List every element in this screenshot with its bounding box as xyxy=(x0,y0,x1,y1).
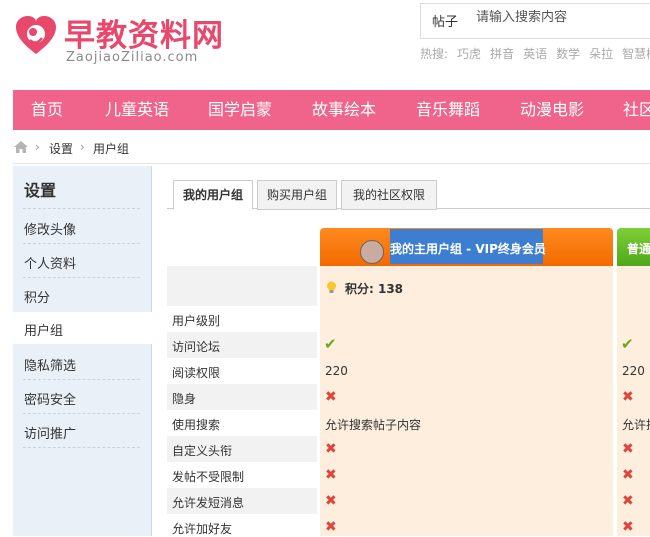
main-nav: 首页 儿童英语 国学启蒙 故事绘本 音乐舞蹈 动漫电影 社区 xyxy=(13,90,650,130)
search-permission-value: 允许搜索帖子内容 xyxy=(325,418,422,432)
cross-icon: ✖ xyxy=(325,389,337,405)
tab-community-permissions[interactable]: 我的社区权限 xyxy=(341,180,437,210)
check-icon: ✔ xyxy=(324,335,337,353)
row-label: 发帖不受限制 xyxy=(172,470,245,484)
breadcrumb-separator: › xyxy=(35,140,40,154)
read-permission-value: 220 xyxy=(622,364,645,378)
hot-term[interactable]: 英语 xyxy=(523,47,547,61)
cross-icon: ✖ xyxy=(325,441,337,457)
row-label: 用户级别 xyxy=(172,314,221,328)
tab-my-usergroup[interactable]: 我的用户组 xyxy=(173,180,253,210)
hot-term[interactable]: 朵拉 xyxy=(589,47,613,61)
row-label: 使用搜索 xyxy=(172,418,221,432)
check-icon: ✔ xyxy=(621,335,634,353)
breadcrumb-usergroup: 用户组 xyxy=(93,142,130,156)
hot-term[interactable]: 巧虎 xyxy=(457,47,481,61)
search-permission-value: 允许搜 xyxy=(622,418,650,432)
nav-item-community[interactable]: 社区 xyxy=(623,90,650,130)
tab-buy-usergroup[interactable]: 购买用户组 xyxy=(257,180,337,210)
cross-icon: ✖ xyxy=(622,389,634,405)
sidebar-item-password[interactable]: 密码安全 xyxy=(24,389,140,408)
cross-icon: ✖ xyxy=(622,441,634,457)
other-group-name: 普通 xyxy=(627,242,650,256)
site-logo-domain: ZaojiaoZiliao.com xyxy=(66,50,199,65)
main-group-column xyxy=(320,266,613,536)
cross-icon: ✖ xyxy=(325,493,337,509)
read-permission-value: 220 xyxy=(325,364,348,378)
sidebar-divider xyxy=(23,208,140,209)
sidebar-item-promotion[interactable]: 访问推广 xyxy=(24,423,140,442)
row-label: 允许加好友 xyxy=(172,522,233,536)
nav-item-movies[interactable]: 动漫电影 xyxy=(520,90,584,130)
avatar xyxy=(360,240,384,264)
sidebar-divider xyxy=(23,243,140,244)
row-label: 自定义头衔 xyxy=(172,444,233,458)
hot-term[interactable]: 拼音 xyxy=(490,47,514,61)
nav-item-english[interactable]: 儿童英语 xyxy=(105,90,169,130)
points-value: 积分: 138 xyxy=(345,282,404,296)
nav-item-music[interactable]: 音乐舞蹈 xyxy=(416,90,480,130)
hot-search: 热搜: 巧虎拼音英语数学朵拉智慧树 xyxy=(420,45,650,62)
sidebar-item-usergroup[interactable]: 用户组 xyxy=(24,320,140,339)
nav-item-stories[interactable]: 故事绘本 xyxy=(312,90,376,130)
sidebar-item-profile[interactable]: 个人资料 xyxy=(24,253,140,272)
lightbulb-icon xyxy=(327,281,336,293)
cross-icon: ✖ xyxy=(622,493,634,509)
breadcrumb-settings[interactable]: 设置 xyxy=(49,140,73,157)
home-icon[interactable] xyxy=(14,141,28,153)
sidebar-item-privacy[interactable]: 隐私筛选 xyxy=(24,355,140,374)
row-label: 隐身 xyxy=(172,392,197,406)
sidebar-divider xyxy=(23,277,140,278)
main-group-name: 我的主用户组 - VIP终身会员 xyxy=(390,242,546,256)
row-label: 阅读权限 xyxy=(172,366,221,380)
hot-term[interactable]: 智慧树 xyxy=(622,47,650,61)
sidebar-divider xyxy=(23,447,140,448)
cross-icon: ✖ xyxy=(622,467,634,483)
nav-item-guoxue[interactable]: 国学启蒙 xyxy=(208,90,272,130)
logo-icon xyxy=(16,16,56,54)
row-label: 访问论坛 xyxy=(172,340,221,354)
divider xyxy=(13,163,650,164)
points-row-label-bg xyxy=(167,266,317,306)
breadcrumb-separator: › xyxy=(80,140,85,154)
cross-icon: ✖ xyxy=(325,467,337,483)
site-logo-title[interactable]: 早教资料网 xyxy=(64,10,224,55)
sidebar-divider xyxy=(23,413,140,414)
sidebar-title: 设置 xyxy=(24,181,57,200)
hot-term[interactable]: 数学 xyxy=(556,47,580,61)
search-input[interactable] xyxy=(476,10,646,25)
row-label: 允许发短消息 xyxy=(172,496,245,510)
sidebar-item-points[interactable]: 积分 xyxy=(24,287,140,306)
search-type-select[interactable]: 帖子 xyxy=(432,11,458,30)
sidebar-divider xyxy=(23,379,140,380)
nav-item-home[interactable]: 首页 xyxy=(31,90,63,130)
hot-search-label: 热搜: xyxy=(420,47,449,61)
sidebar-item-avatar[interactable]: 修改头像 xyxy=(24,219,140,238)
